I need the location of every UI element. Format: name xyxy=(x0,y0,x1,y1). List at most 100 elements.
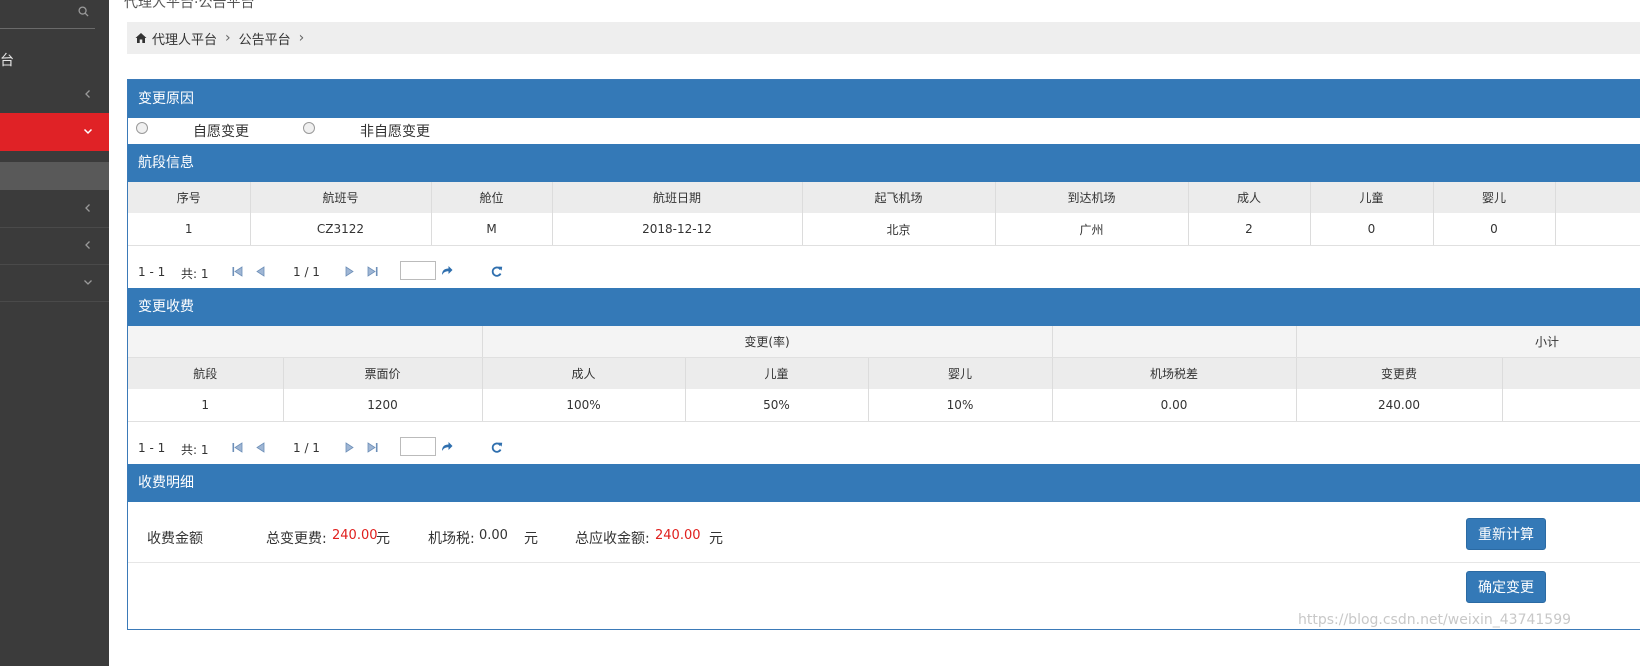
table-cell: 广州 xyxy=(995,213,1189,246)
section-header-change-fee: 变更收费 xyxy=(128,288,1640,326)
sidebar-item-4[interactable] xyxy=(0,227,109,265)
sidebar: 台 xyxy=(0,0,109,666)
recalculate-button[interactable]: 重新计算 xyxy=(1466,518,1546,550)
sidebar-search[interactable] xyxy=(0,0,95,29)
section-header-fee-detail: 收费明细 xyxy=(128,464,1640,502)
page-number-input[interactable] xyxy=(400,261,436,280)
last-page-icon[interactable] xyxy=(366,265,379,278)
table-cell: 100% xyxy=(482,389,686,422)
radio-involuntary-label[interactable]: 非自愿变更 xyxy=(360,121,430,141)
watermark: https://blog.csdn.net/weixin_43741599 xyxy=(1298,612,1572,628)
sidebar-item-1[interactable] xyxy=(0,76,109,114)
table-header-row: 序号 航班号 舱位 航班日期 起飞机场 到达机场 成人 儿童 婴儿 xyxy=(128,182,1640,213)
column-header[interactable]: 变更费 xyxy=(1296,357,1503,389)
breadcrumb-item-agent-platform[interactable]: 代理人平台 xyxy=(152,29,217,48)
next-page-icon[interactable] xyxy=(343,265,356,278)
table-cell: 北京 xyxy=(802,213,996,246)
airport-tax-label: 机场税: xyxy=(428,531,475,547)
go-page-icon[interactable] xyxy=(440,441,453,454)
table-cell: 2018-12-12 xyxy=(552,213,803,246)
segment-pager: 1 - 1 共: 1 1 / 1 xyxy=(128,258,1640,286)
confirm-change-button[interactable]: 确定变更 xyxy=(1466,571,1546,603)
change-fee-pager: 1 - 1 共: 1 1 / 1 xyxy=(128,434,1640,462)
column-header[interactable]: 儿童 xyxy=(1310,182,1434,213)
home-icon xyxy=(135,33,147,43)
column-header[interactable]: 舱位 xyxy=(431,182,553,213)
go-page-icon[interactable] xyxy=(440,265,453,278)
column-header[interactable]: 婴儿 xyxy=(1433,182,1556,213)
next-page-icon[interactable] xyxy=(343,441,356,454)
table-cell: 240.00 xyxy=(1296,389,1503,422)
pager-range: 1 - 1 xyxy=(138,265,166,279)
table-cell: 1 xyxy=(128,389,284,422)
change-panel: 变更原因 自愿变更 非自愿变更 航段信息 序号 航班号 舱位 航班日期 起飞机场… xyxy=(127,79,1640,630)
chevron-left-icon xyxy=(85,204,90,212)
column-header[interactable]: 序号 xyxy=(128,182,251,213)
table-cell: 0.00 xyxy=(1052,389,1297,422)
prev-page-icon[interactable] xyxy=(254,441,267,454)
table-cell: CZ3122 xyxy=(250,213,432,246)
last-page-icon[interactable] xyxy=(366,441,379,454)
breadcrumb-item-notice-platform[interactable]: 公告平台 xyxy=(239,29,291,48)
table-cell xyxy=(1555,213,1640,246)
sidebar-item-5[interactable] xyxy=(0,264,109,302)
total-change-fee-label: 总变更费: xyxy=(266,531,327,547)
column-header[interactable]: 婴儿 xyxy=(868,357,1053,389)
group-header-subtotal: 小计 xyxy=(1296,326,1640,358)
column-header-extra xyxy=(1555,182,1640,213)
table-row[interactable]: 1 1200 100% 50% 10% 0.00 240.00 xyxy=(128,389,1640,422)
table-cell: 2 xyxy=(1188,213,1311,246)
total-change-fee-unit: 元 xyxy=(376,531,390,547)
radio-involuntary[interactable] xyxy=(303,122,315,134)
table-header-row: 航段 票面价 成人 儿童 婴儿 机场税差 变更费 xyxy=(128,357,1640,389)
section-header-segment-info: 航段信息 xyxy=(128,144,1640,182)
group-header-row: 变更(率) 小计 xyxy=(128,326,1640,358)
chevron-left-icon xyxy=(85,90,90,98)
breadcrumb-separator: › xyxy=(298,30,305,46)
table-cell xyxy=(1502,389,1640,422)
column-header[interactable]: 起飞机场 xyxy=(802,182,996,213)
first-page-icon[interactable] xyxy=(231,265,244,278)
table-cell: 10% xyxy=(868,389,1053,422)
column-header[interactable]: 机场税差 xyxy=(1052,357,1297,389)
total-change-fee-value: 240.00 xyxy=(332,528,378,543)
total-due-unit: 元 xyxy=(709,531,723,547)
sidebar-item-3[interactable] xyxy=(0,190,109,228)
group-header-blank xyxy=(128,326,483,358)
sidebar-item-active[interactable] xyxy=(0,113,109,151)
sidebar-subitem-selected[interactable] xyxy=(0,162,109,190)
column-header[interactable]: 成人 xyxy=(482,357,686,389)
table-cell: 50% xyxy=(685,389,869,422)
search-icon[interactable] xyxy=(78,6,89,17)
column-header[interactable]: 航班号 xyxy=(250,182,432,213)
table-cell: M xyxy=(431,213,553,246)
column-header[interactable]: 航班日期 xyxy=(552,182,803,213)
radio-voluntary-label[interactable]: 自愿变更 xyxy=(193,121,249,141)
refresh-icon[interactable] xyxy=(490,265,503,278)
sidebar-title: 台 xyxy=(0,53,14,69)
column-header[interactable]: 到达机场 xyxy=(995,182,1189,213)
change-reason-options: 自愿变更 非自愿变更 xyxy=(128,118,1640,146)
pager-total: 共: 1 xyxy=(181,443,209,457)
column-header-extra xyxy=(1502,357,1640,389)
group-header-blank xyxy=(1052,326,1297,358)
column-header[interactable]: 儿童 xyxy=(685,357,869,389)
column-header[interactable]: 航段 xyxy=(128,357,284,389)
table-row[interactable]: 1 CZ3122 M 2018-12-12 北京 广州 2 0 0 xyxy=(128,213,1640,246)
group-header-change-rate: 变更(率) xyxy=(482,326,1053,358)
column-header[interactable]: 成人 xyxy=(1188,182,1311,213)
total-due-value: 240.00 xyxy=(655,528,701,543)
prev-page-icon[interactable] xyxy=(254,265,267,278)
table-cell: 0 xyxy=(1433,213,1556,246)
first-page-icon[interactable] xyxy=(231,441,244,454)
change-fee-table: 变更(率) 小计 航段 票面价 成人 儿童 婴儿 机场税差 变更费 1 1200… xyxy=(128,326,1640,422)
airport-tax-value: 0.00 xyxy=(479,528,508,543)
airport-tax-unit: 元 xyxy=(524,531,538,547)
chevron-down-icon xyxy=(84,280,92,285)
refresh-icon[interactable] xyxy=(490,441,503,454)
column-header[interactable]: 票面价 xyxy=(283,357,483,389)
pager-total: 共: 1 xyxy=(181,267,209,281)
fee-summary: 收费金额 总变更费: 240.00 元 机场税: 0.00 元 总应收金额: 2… xyxy=(128,510,1640,563)
page-number-input[interactable] xyxy=(400,437,436,456)
radio-voluntary[interactable] xyxy=(136,122,148,134)
